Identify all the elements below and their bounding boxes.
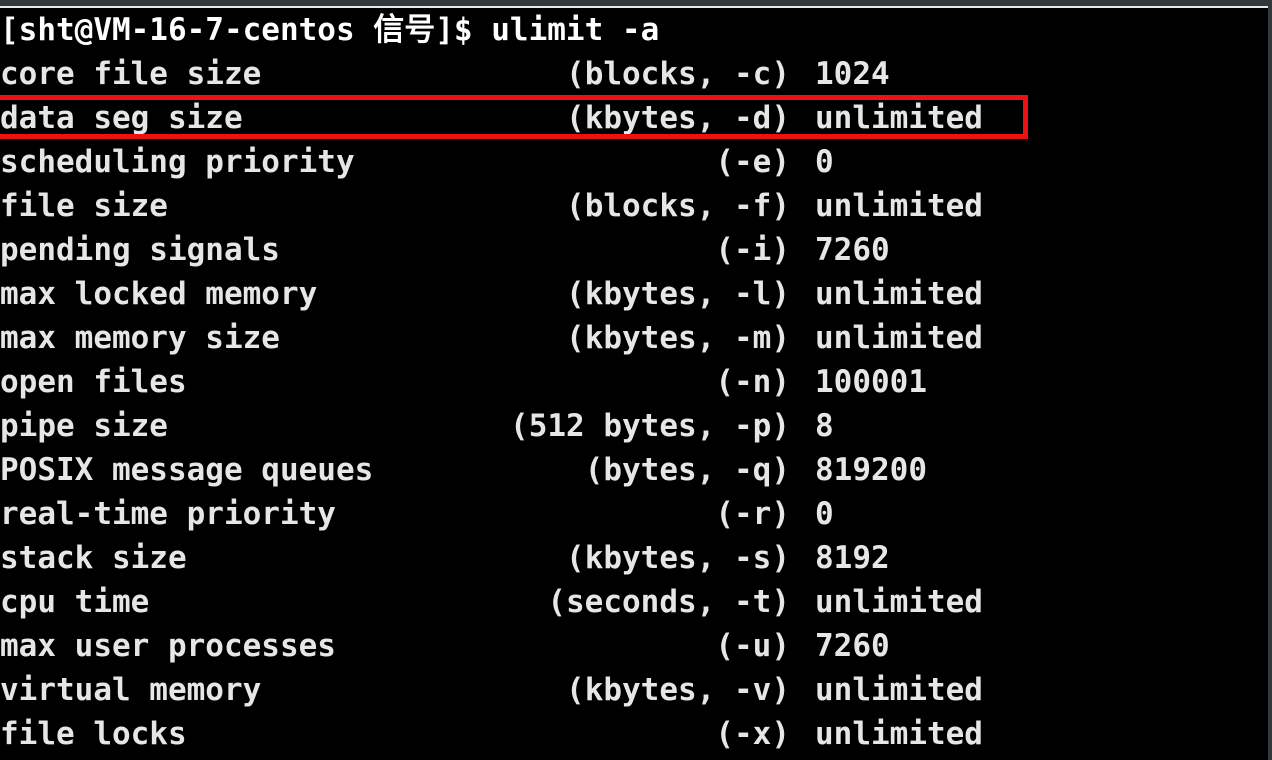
- limit-value: unlimited: [815, 188, 983, 224]
- limit-value: 8192: [815, 540, 890, 576]
- limit-row: POSIX message queues (bytes, -q) 819200: [0, 448, 1268, 492]
- limit-unit-flag: (kbytes, -v): [566, 672, 790, 708]
- shell-prompt: [sht@VM-16-7-centos 信号]$: [0, 12, 492, 48]
- limit-unit-flag: (bytes, -q): [584, 452, 790, 488]
- limit-row: max locked memory (kbytes, -l) unlimited: [0, 272, 1268, 316]
- limit-unit-flag: (kbytes, -d): [566, 100, 790, 136]
- limit-value: unlimited: [815, 584, 983, 620]
- terminal-screen[interactable]: [sht@VM-16-7-centos 信号]$ ulimit -a core …: [0, 8, 1268, 760]
- limit-value: 7260: [815, 232, 890, 268]
- limit-value: unlimited: [815, 320, 983, 356]
- limit-row: open files (-n) 100001: [0, 360, 1268, 404]
- limit-value: 0: [815, 496, 834, 532]
- limit-value: unlimited: [815, 276, 983, 312]
- limit-value: 100001: [815, 364, 927, 400]
- limit-value: 819200: [815, 452, 927, 488]
- limit-value: unlimited: [815, 100, 983, 136]
- shell-command: ulimit -a: [491, 12, 660, 48]
- limit-row: file locks (-x) unlimited: [0, 712, 1268, 756]
- limit-unit-flag: (-r): [715, 496, 790, 532]
- limit-unit-flag: (-n): [715, 364, 790, 400]
- limit-unit-flag: (blocks, -c): [566, 56, 790, 92]
- limit-value: unlimited: [815, 672, 983, 708]
- limit-row: core file size (blocks, -c) 1024: [0, 52, 1268, 96]
- limit-row: max memory size (kbytes, -m) unlimited: [0, 316, 1268, 360]
- limit-unit-flag: (-u): [715, 628, 790, 664]
- shell-prompt-line: [sht@VM-16-7-centos 信号]$ ulimit -a: [0, 8, 1268, 52]
- limit-unit-flag: (512 bytes, -p): [510, 408, 790, 444]
- limit-unit-flag: (kbytes, -s): [566, 540, 790, 576]
- limit-row: real-time priority (-r) 0: [0, 492, 1268, 536]
- limit-unit-flag: (-x): [715, 716, 790, 752]
- limit-row: pipe size (512 bytes, -p) 8: [0, 404, 1268, 448]
- limit-unit-flag: (-i): [715, 232, 790, 268]
- limit-value: unlimited: [815, 716, 983, 752]
- limit-unit-flag: (kbytes, -l): [566, 276, 790, 312]
- limit-unit-flag: (seconds, -t): [547, 584, 790, 620]
- limit-unit-flag: (blocks, -f): [566, 188, 790, 224]
- limit-row: data seg size (kbytes, -d) unlimited: [0, 96, 1268, 140]
- terminal-window[interactable]: [sht@VM-16-7-centos 信号]$ ulimit -a core …: [0, 0, 1272, 760]
- limit-unit-flag: (-e): [715, 144, 790, 180]
- limit-row: file size (blocks, -f) unlimited: [0, 184, 1268, 228]
- limit-value: 7260: [815, 628, 890, 664]
- limit-row: virtual memory (kbytes, -v) unlimited: [0, 668, 1268, 712]
- limit-row: cpu time (seconds, -t) unlimited: [0, 580, 1268, 624]
- limit-row: scheduling priority (-e) 0: [0, 140, 1268, 184]
- limit-value: 1024: [815, 56, 890, 92]
- limit-unit-flag: (kbytes, -m): [566, 320, 790, 356]
- limit-value: 8: [815, 408, 834, 444]
- limit-value: 0: [815, 144, 834, 180]
- limit-row: pending signals (-i) 7260: [0, 228, 1268, 272]
- limit-row: stack size (kbytes, -s) 8192: [0, 536, 1268, 580]
- limit-row: max user processes (-u) 7260: [0, 624, 1268, 668]
- ulimit-output-table: core file size (blocks, -c) 1024 data seg s…: [0, 52, 1268, 756]
